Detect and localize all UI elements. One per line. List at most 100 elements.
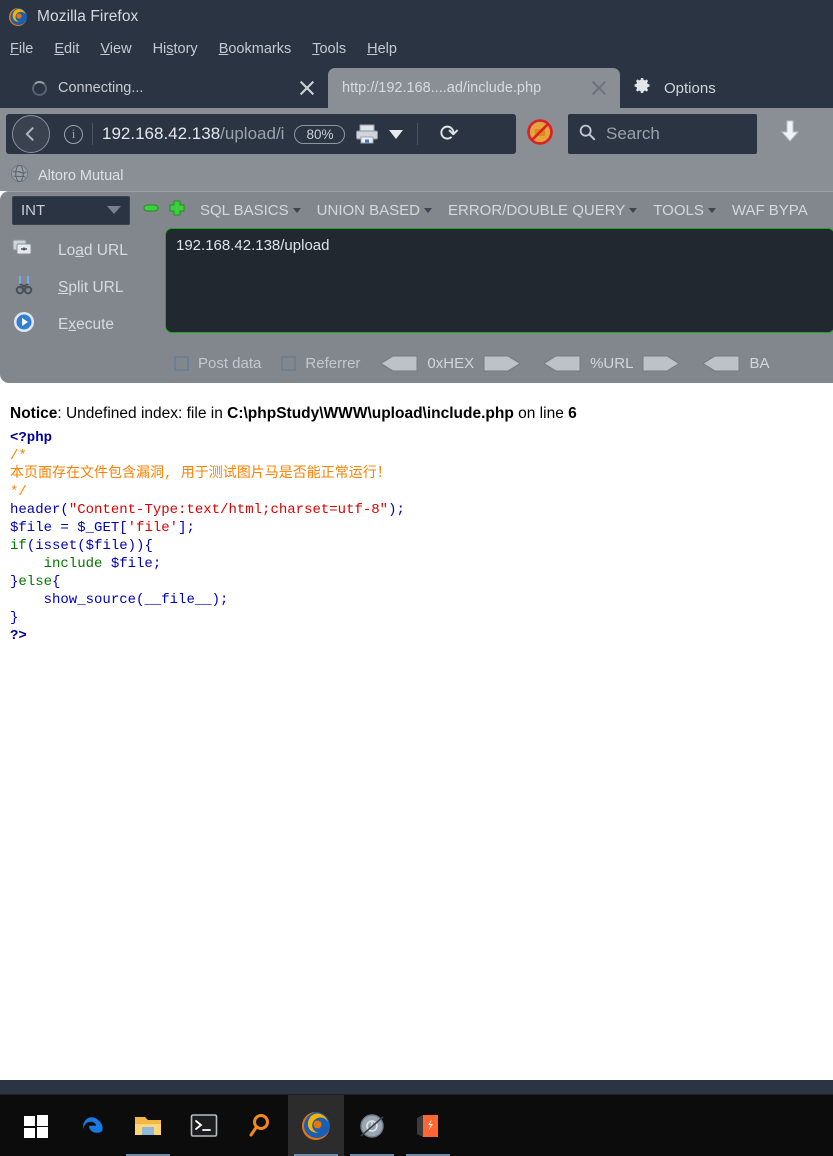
encoder-base64: BA [702, 355, 778, 372]
search-magnifier-icon[interactable] [232, 1095, 288, 1156]
decode-left-icon[interactable] [543, 355, 581, 372]
globe-icon [10, 164, 29, 188]
code-token: "Content-Type:text/html;charset=utf-8" [68, 502, 389, 518]
referrer-checkbox[interactable] [281, 355, 297, 371]
disc-tool-icon[interactable] [344, 1095, 400, 1156]
code-token: } [10, 610, 19, 626]
code-token: $file [10, 520, 61, 536]
burpsuite-icon[interactable] [400, 1095, 456, 1156]
menu-tools[interactable]: Tools [312, 41, 346, 57]
download-arrow-icon[interactable] [775, 117, 805, 152]
code-line: */ [10, 483, 833, 501]
menu-file[interactable]: File [10, 41, 33, 57]
code-token: ); [211, 592, 229, 608]
encode-right-icon[interactable] [483, 355, 522, 372]
search-box[interactable]: Search [568, 114, 757, 154]
bookmark-altoro-mutual[interactable]: Altoro Mutual [10, 164, 123, 188]
hackbar-url-textarea[interactable]: 192.168.42.138/upload [165, 228, 833, 333]
code-token: )){ [127, 538, 153, 554]
post-data-checkbox[interactable] [174, 355, 189, 371]
hackbar-menu-error-double-query[interactable]: ERROR/DOUBLE QUERY [448, 201, 638, 219]
hackbar-menu-tools[interactable]: TOOLS [653, 202, 716, 219]
close-icon[interactable] [296, 77, 318, 99]
hackbar-menu-waf-bypass[interactable]: WAF BYPA [732, 202, 808, 219]
hackbar-actions: Load URL Split URL Execute [0, 228, 165, 343]
hackbar-menu-sql-basics[interactable]: SQL BASICS [200, 202, 301, 219]
windows-start-icon[interactable] [8, 1095, 64, 1156]
encoder-label: 0xHEX [427, 354, 475, 372]
code-line: if(isset($file)){ [10, 537, 833, 555]
notice-suffix: on line [513, 405, 569, 422]
decode-left-icon[interactable] [380, 355, 418, 372]
url-bar[interactable]: i 192.168.42.138/upload/i 80% ⟳ [56, 114, 512, 154]
reload-icon[interactable]: ⟳ [439, 122, 468, 146]
menu-help[interactable]: Help [367, 41, 397, 57]
encoder-label: BA [749, 354, 770, 372]
split-url-button[interactable]: Split URL [0, 269, 165, 306]
menu-bookmarks[interactable]: Bookmarks [219, 41, 292, 57]
loading-spinner-icon [32, 80, 47, 96]
search-input[interactable]: Search [606, 124, 660, 144]
firefox-browser-icon[interactable] [288, 1094, 344, 1156]
info-circle-icon[interactable]: i [64, 124, 83, 144]
code-token: $_GET [77, 520, 120, 536]
notice-text: : Undefined index: file in [57, 405, 228, 422]
code-token: if [10, 538, 27, 554]
notice-keyword: Notice [10, 405, 58, 422]
execute-label: Execute [58, 315, 115, 333]
minus-button-icon[interactable] [142, 199, 160, 222]
code-token: include [10, 556, 111, 572]
decode-left-icon[interactable] [702, 355, 740, 372]
bookmarks-toolbar: Altoro Mutual [0, 160, 833, 191]
php-notice: Notice: Undefined index: file in C:\phpS… [10, 405, 833, 423]
code-token: { [52, 574, 61, 590]
zoom-level-badge[interactable]: 80% [294, 124, 346, 144]
menu-history[interactable]: History [153, 41, 198, 57]
load-url-button[interactable]: Load URL [0, 232, 165, 269]
url-input[interactable]: 192.168.42.138/upload/i [102, 124, 284, 144]
options-button[interactable]: Options [620, 68, 730, 108]
execute-button[interactable]: Execute [0, 306, 165, 343]
tab-connecting[interactable]: Connecting... [18, 68, 328, 108]
hackbar-type-select[interactable]: INT [12, 195, 130, 225]
menu-view[interactable]: View [100, 41, 131, 57]
plus-button-icon[interactable] [168, 199, 186, 222]
code-token: <?php [10, 430, 53, 446]
terminal-icon[interactable] [176, 1095, 232, 1156]
code-token: 本页面存在文件包含漏洞, 用于测试图片马是否能正常运行！ [10, 466, 391, 482]
tab-label: http://192.168....ad/include.php [342, 80, 542, 96]
hackbar-menu-union-based[interactable]: UNION BASED [317, 202, 433, 219]
code-token: = [60, 520, 78, 536]
code-token: ?> [10, 628, 27, 644]
browser-window: Mozilla Firefox File Edit View History B… [0, 0, 833, 1156]
file-explorer-icon[interactable] [120, 1095, 176, 1156]
hackbar-panel: INT SQL BASICS UNION BASED ERROR/DOUBLE … [0, 191, 833, 383]
close-icon[interactable] [588, 77, 610, 99]
code-line: <?php [10, 429, 833, 447]
menu-edit[interactable]: Edit [54, 41, 79, 57]
menu-label: ERROR/DOUBLE QUERY [448, 201, 626, 219]
back-arrow-icon[interactable] [12, 115, 50, 153]
noscript-blocked-icon[interactable] [526, 118, 554, 151]
code-line: 本页面存在文件包含漏洞, 用于测试图片马是否能正常运行！ [10, 465, 833, 483]
chevron-down-icon[interactable] [389, 129, 404, 139]
search-icon [578, 123, 596, 146]
menubar: File Edit View History Bookmarks Tools H… [0, 33, 833, 64]
load-url-icon [12, 238, 36, 263]
chevron-down-icon [629, 207, 638, 213]
chevron-down-icon [292, 207, 301, 213]
bookmark-label: Altoro Mutual [38, 167, 124, 184]
divider [92, 123, 93, 145]
menu-label: TOOLS [653, 201, 704, 219]
code-line: header("Content-Type:text/html;charset=u… [10, 501, 833, 519]
gear-icon [632, 75, 653, 101]
navigation-toolbar: i 192.168.42.138/upload/i 80% ⟳ Search [0, 108, 833, 160]
split-url-icon [12, 274, 36, 301]
edge-browser-icon[interactable] [64, 1095, 120, 1156]
tab-include-php[interactable]: http://192.168....ad/include.php [328, 68, 620, 108]
encode-right-icon[interactable] [642, 355, 681, 372]
chevron-down-icon [107, 206, 121, 214]
printer-icon[interactable] [355, 123, 381, 145]
execute-icon [12, 310, 36, 339]
chevron-down-icon [424, 207, 433, 213]
